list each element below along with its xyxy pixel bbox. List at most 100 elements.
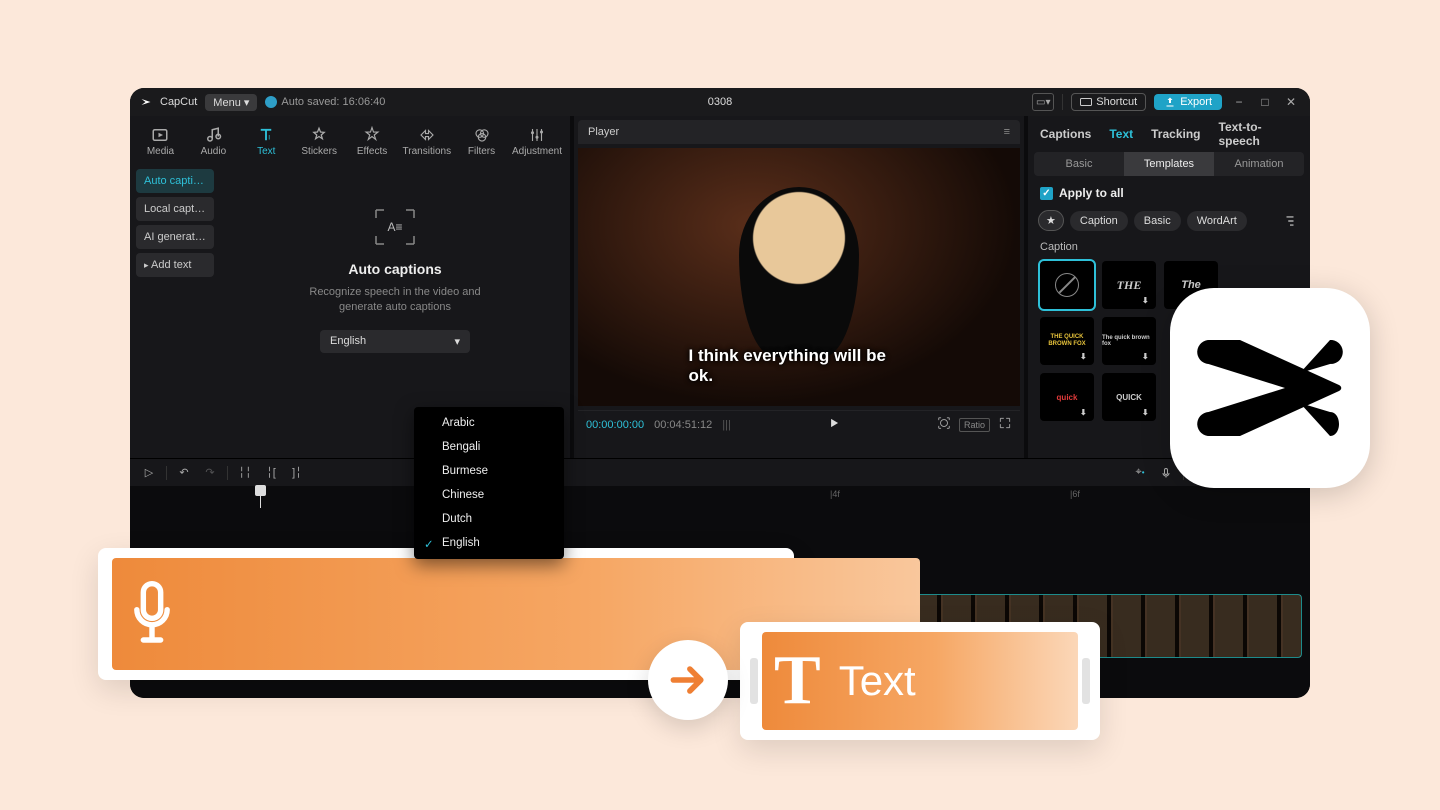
tab-text[interactable]: I Text	[242, 122, 291, 161]
arrow-transform-icon	[648, 640, 728, 720]
layout-toggle-icon[interactable]: ▭▾	[1032, 93, 1054, 111]
filters-icon	[473, 126, 491, 144]
microphone-icon	[112, 579, 192, 649]
player-header: Player ≡	[578, 120, 1020, 144]
thumb-quick-white[interactable]: QUICK⬇	[1102, 373, 1156, 421]
trim-right-icon[interactable]: ]╎	[288, 464, 306, 482]
tab-filters[interactable]: Filters	[457, 122, 506, 161]
lang-option-arabic[interactable]: Arabic	[414, 411, 564, 435]
sidebar-ai-generated[interactable]: AI generated	[136, 225, 214, 249]
split-icon[interactable]: ╎╎	[236, 464, 254, 482]
player-controls: 00:00:00:00 00:04:51:12 ||| Ratio	[578, 410, 1020, 438]
thumb-quick-red[interactable]: quick⬇	[1040, 373, 1094, 421]
play-button[interactable]	[827, 416, 841, 433]
right-panel-tabs: Captions Text Tracking Text-to-speech	[1032, 120, 1306, 148]
window-maximize-icon[interactable]: □	[1256, 95, 1274, 109]
seg-basic[interactable]: Basic	[1034, 152, 1124, 176]
media-tool-tabs: Media Audio I Text Stickers Effects	[130, 116, 570, 163]
text-output-card: T Text	[740, 622, 1100, 740]
tab-transitions[interactable]: Transitions	[401, 122, 454, 161]
download-icon: ⬇	[1080, 408, 1090, 418]
thumb-none[interactable]	[1040, 261, 1094, 309]
tab-stickers[interactable]: Stickers	[295, 122, 344, 161]
thumb-the-1[interactable]: THE⬇	[1102, 261, 1156, 309]
project-title: 0308	[708, 96, 732, 108]
tab-audio[interactable]: Audio	[189, 122, 238, 161]
tab-tts[interactable]: Text-to-speech	[1219, 120, 1299, 148]
keyboard-icon	[1080, 97, 1092, 107]
ruler-tick: |6f	[1070, 489, 1080, 499]
tab-tracking[interactable]: Tracking	[1151, 127, 1200, 141]
tab-text-right[interactable]: Text	[1109, 127, 1133, 141]
redo-icon[interactable]: ↷	[201, 464, 219, 482]
trim-left-icon[interactable]: ╎[	[262, 464, 280, 482]
thumb-brownfox[interactable]: THE QUICK BROWN FOX⬇	[1040, 317, 1094, 365]
mic-tool-icon[interactable]	[1157, 464, 1175, 482]
time-current: 00:00:00:00	[586, 419, 644, 431]
ruler-tick: |4f	[830, 489, 840, 499]
effects-icon	[363, 126, 381, 144]
seg-templates[interactable]: Templates	[1124, 152, 1214, 176]
sidebar-add-text[interactable]: Add text	[136, 253, 214, 277]
window-close-icon[interactable]: ✕	[1282, 95, 1300, 109]
export-button[interactable]: Export	[1154, 94, 1222, 110]
tab-effects[interactable]: Effects	[348, 122, 397, 161]
svg-text:A≡: A≡	[387, 220, 402, 234]
template-chips: ★ Caption Basic WordArt	[1032, 206, 1306, 235]
brand-label: CapCut	[160, 96, 197, 108]
magnet-icon[interactable]: ⌖•	[1131, 464, 1149, 482]
lang-option-bengali[interactable]: Bengali	[414, 435, 564, 459]
seg-animation[interactable]: Animation	[1214, 152, 1304, 176]
download-icon: ⬇	[1080, 352, 1090, 362]
chip-caption[interactable]: Caption	[1070, 211, 1128, 231]
language-dropdown: Arabic Bengali Burmese Chinese Dutch Eng…	[414, 407, 564, 559]
chip-sort-icon[interactable]	[1280, 211, 1300, 231]
lang-option-english[interactable]: English	[414, 531, 564, 555]
timeline-marks-icon: |||	[722, 419, 731, 431]
text-card-label: Text	[839, 657, 916, 705]
audio-icon	[204, 126, 222, 144]
download-icon: ⬇	[1142, 408, 1152, 418]
pointer-tool-icon[interactable]: ▷	[140, 464, 158, 482]
fullscreen-icon[interactable]	[998, 416, 1012, 433]
ratio-button[interactable]: Ratio	[959, 418, 990, 432]
autosave-text: Auto saved: 16:06:40	[281, 96, 385, 108]
lang-option-dutch[interactable]: Dutch	[414, 507, 564, 531]
player-menu-icon[interactable]: ≡	[1004, 126, 1010, 138]
video-subtitle: I think everything will be ok.	[689, 346, 910, 386]
lang-option-chinese[interactable]: Chinese	[414, 483, 564, 507]
undo-icon[interactable]: ↶	[175, 464, 193, 482]
drag-handle-icon[interactable]	[750, 658, 758, 704]
capcut-logo-icon	[1195, 328, 1345, 448]
drag-handle-icon[interactable]	[1082, 658, 1090, 704]
apply-to-all-row[interactable]: ✓ Apply to all	[1032, 180, 1306, 206]
menu-button[interactable]: Menu ▾	[205, 94, 257, 111]
chevron-down-icon: ▾	[454, 335, 460, 348]
chip-star[interactable]: ★	[1038, 210, 1064, 231]
chip-wordart[interactable]: WordArt	[1187, 211, 1247, 231]
shortcut-button[interactable]: Shortcut	[1071, 93, 1146, 111]
section-caption-label: Caption	[1032, 235, 1306, 259]
window-minimize-icon[interactable]: −	[1230, 95, 1248, 109]
timeline-toolbar: ▷ ↶ ↷ ╎╎ ╎[ ]╎ ⌖• ⟷	[130, 458, 1310, 486]
player-panel: Player ≡ I think everything will be ok. …	[574, 116, 1024, 458]
chip-basic[interactable]: Basic	[1134, 211, 1181, 231]
lang-option-burmese[interactable]: Burmese	[414, 459, 564, 483]
language-select[interactable]: English ▾	[320, 330, 470, 353]
tab-adjustment[interactable]: Adjustment	[510, 122, 564, 161]
main-area: Media Audio I Text Stickers Effects	[130, 116, 1310, 458]
sidebar-local-captions[interactable]: Local capti…	[136, 197, 214, 221]
sidebar-auto-captions[interactable]: Auto captio…	[136, 169, 214, 193]
timeline-ruler[interactable]: |2f |4f |6f	[130, 486, 1310, 508]
upload-icon	[1164, 96, 1176, 108]
auto-captions-title: Auto captions	[348, 261, 441, 277]
adjustment-icon	[528, 126, 546, 144]
tab-media[interactable]: Media	[136, 122, 185, 161]
thumb-quick-sentence[interactable]: The quick brown fox⬇	[1102, 317, 1156, 365]
auto-captions-panel: A≡ Auto captions Recognize speech in the…	[220, 163, 570, 458]
crop-icon[interactable]	[937, 416, 951, 433]
player-stage[interactable]: I think everything will be ok.	[578, 148, 1020, 406]
right-seg-control: Basic Templates Animation	[1034, 152, 1304, 176]
apply-checkbox[interactable]: ✓	[1040, 187, 1053, 200]
tab-captions[interactable]: Captions	[1040, 127, 1091, 141]
